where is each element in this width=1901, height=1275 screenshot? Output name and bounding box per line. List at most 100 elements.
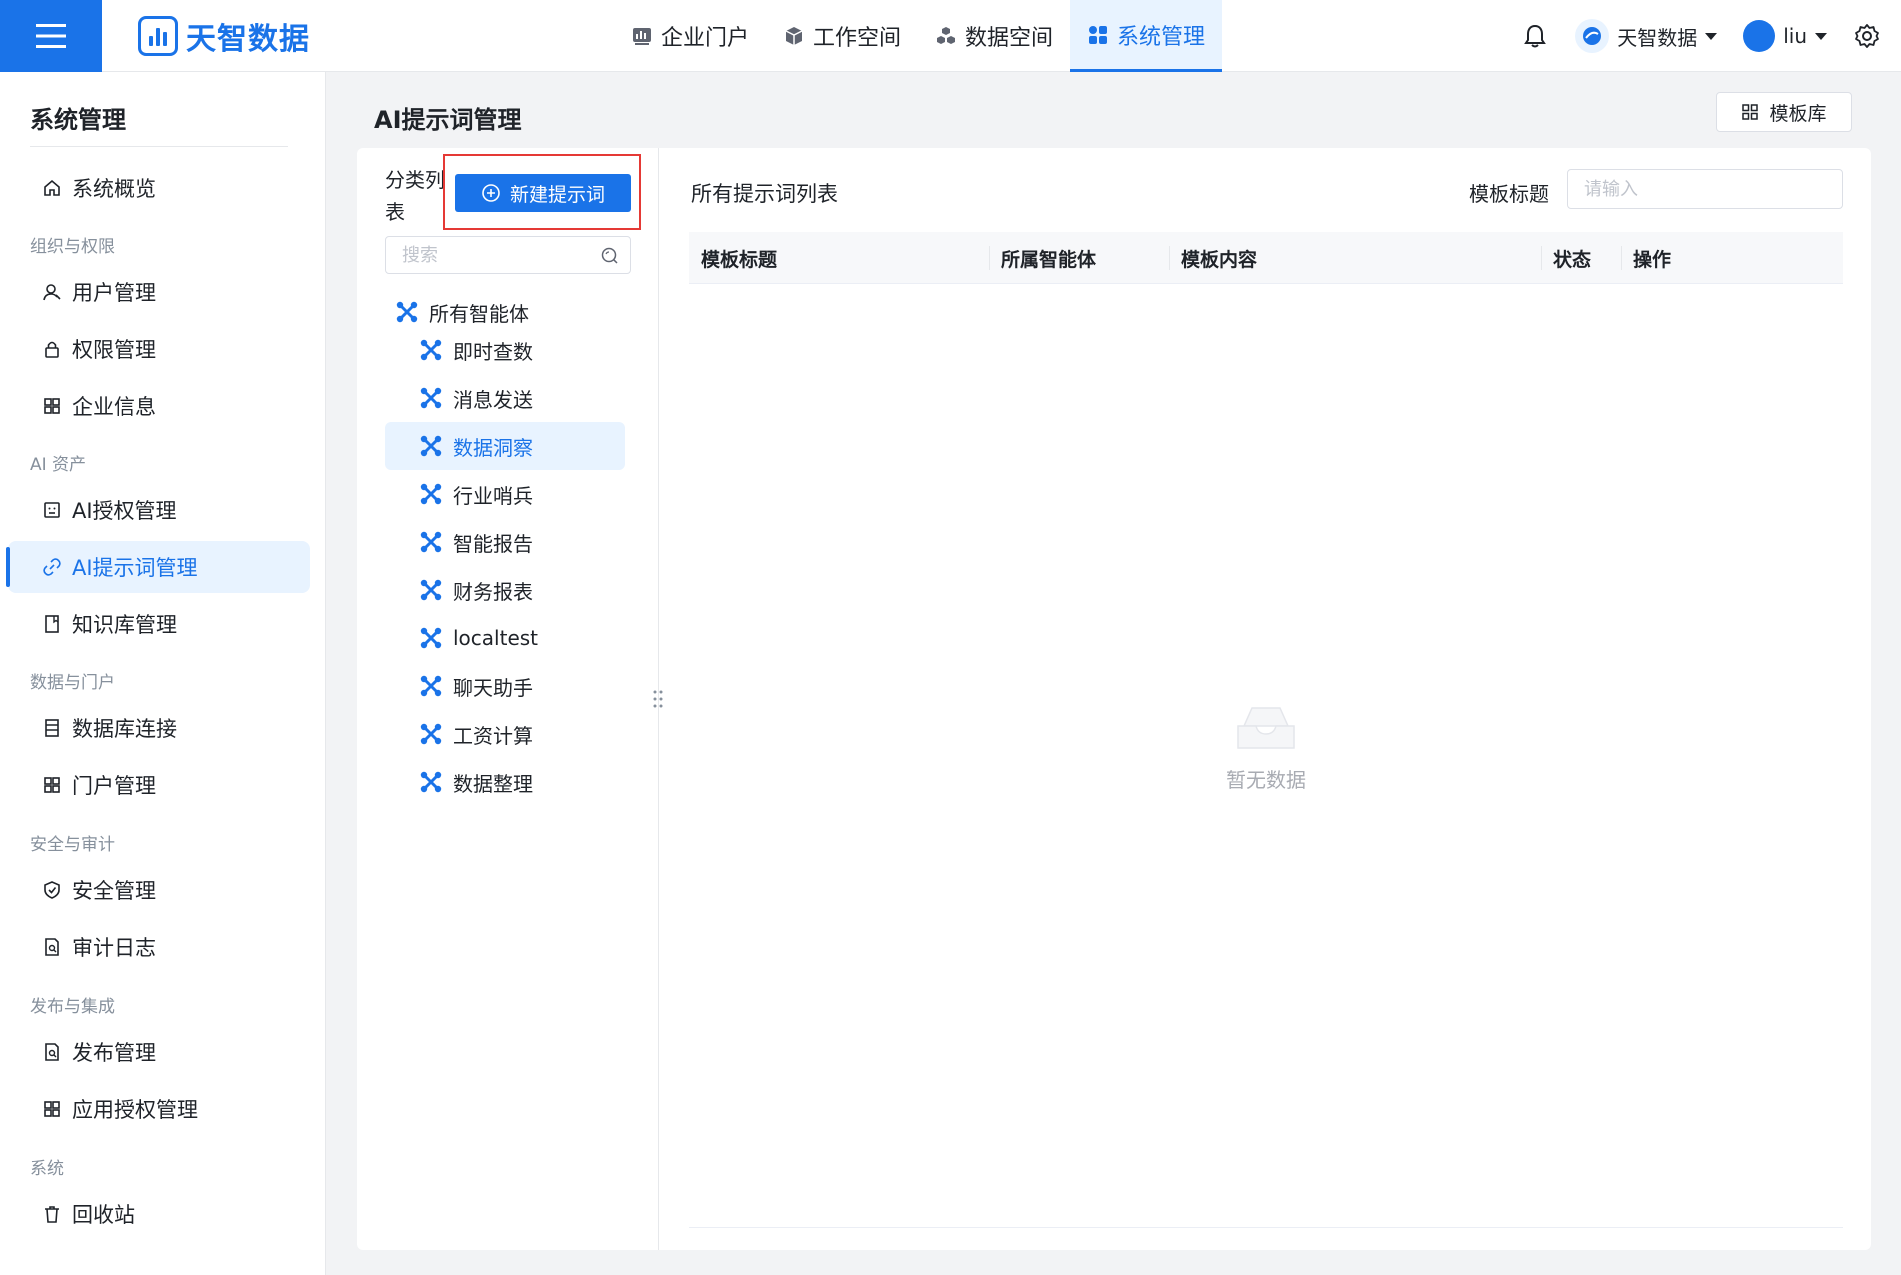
tree-item[interactable]: 财务报表 — [385, 566, 625, 614]
agent-node-icon — [420, 627, 442, 649]
column-header-agent[interactable]: 所属智能体 — [1001, 232, 1096, 284]
sidebar-group-label: 安全与审计 — [30, 835, 115, 855]
dashboard-icon — [633, 28, 651, 45]
sidebar: 系统管理 系统概览 组织与权限 用户管理 权限管理 企业信息 AI 资产 AI授… — [0, 72, 326, 1275]
app-window: 天智数据 企业门户 工作空间 数据空间 系统管理 天智数据 liu 系统管理 系… — [0, 0, 1901, 1275]
sidebar-group-label: 系统 — [30, 1159, 64, 1179]
chevron-down-icon — [1815, 32, 1827, 40]
grid-icon — [44, 398, 60, 414]
sidebar-item-security[interactable]: 安全管理 — [8, 864, 310, 916]
empty-inbox-icon — [1237, 707, 1295, 749]
document-search-icon — [45, 938, 59, 956]
sidebar-group-label: 数据与门户 — [30, 673, 115, 693]
column-divider[interactable] — [1621, 246, 1622, 270]
sidebar-item-permissions[interactable]: 权限管理 — [8, 323, 310, 375]
sidebar-item-label: 回收站 — [72, 1203, 135, 1227]
column-divider[interactable] — [1541, 246, 1542, 270]
prompt-list-title: 所有提示词列表 — [691, 182, 838, 206]
sidebar-item-app-authorization[interactable]: 应用授权管理 — [8, 1083, 310, 1135]
lock-icon — [45, 341, 59, 358]
sidebar-item-recycle-bin[interactable]: 回收站 — [8, 1188, 310, 1240]
tree-item[interactable]: 行业哨兵 — [385, 470, 625, 518]
new-prompt-button[interactable]: 新建提示词 — [455, 174, 631, 212]
sidebar-title: 系统管理 — [30, 106, 126, 134]
document-search-icon — [45, 1043, 59, 1061]
sidebar-item-portal-management[interactable]: 门户管理 — [8, 759, 310, 811]
brand-logo[interactable]: 天智数据 — [138, 14, 310, 58]
tree-item[interactable]: 消息发送 — [385, 374, 625, 422]
user-menu[interactable]: liu — [1743, 20, 1827, 52]
tree-item[interactable]: 数据整理 — [385, 758, 625, 806]
sidebar-item-label: 发布管理 — [72, 1041, 156, 1065]
prompt-list-panel: 所有提示词列表 模板标题 模板标题 所属智能体 模板内容 状态 操作 暂无数据 — [659, 148, 1871, 1250]
category-search-input[interactable] — [386, 237, 586, 273]
search-icon[interactable] — [600, 246, 620, 266]
agent-node-icon — [396, 301, 418, 323]
tree-item-active[interactable]: 数据洞察 — [385, 422, 625, 470]
agent-node-icon — [420, 531, 442, 553]
org-switcher[interactable]: 天智数据 — [1575, 19, 1718, 53]
sidebar-item-label: 用户管理 — [72, 281, 156, 305]
template-title-filter-label: 模板标题 — [1469, 182, 1549, 206]
tree-item-label: 数据整理 — [453, 771, 533, 796]
sidebar-item-enterprise-info[interactable]: 企业信息 — [8, 380, 310, 432]
sidebar-item-audit-log[interactable]: 审计日志 — [8, 921, 310, 973]
nav-label: 企业门户 — [661, 26, 750, 51]
agent-node-icon — [420, 579, 442, 601]
sidebar-item-publish[interactable]: 发布管理 — [8, 1026, 310, 1078]
agent-node-icon — [420, 339, 442, 361]
sidebar-item-database-connections[interactable]: 数据库连接 — [8, 702, 310, 754]
tree-item-label: 智能报告 — [453, 531, 533, 556]
column-header-status[interactable]: 状态 — [1553, 232, 1591, 284]
nav-label: 系统管理 — [1117, 24, 1206, 50]
new-prompt-label: 新建提示词 — [509, 183, 605, 206]
user-name: liu — [1783, 24, 1807, 48]
sidebar-item-label: 系统概览 — [72, 177, 156, 201]
tree-item-label: 财务报表 — [453, 579, 533, 604]
tree-item[interactable]: localtest — [385, 614, 625, 662]
sidebar-item-label: 应用授权管理 — [72, 1098, 198, 1122]
chevron-down-icon — [1705, 32, 1718, 40]
gear-icon[interactable] — [1853, 22, 1881, 50]
nav-enterprise-portal[interactable]: 企业门户 — [614, 0, 766, 72]
category-search — [385, 236, 631, 274]
sidebar-item-users[interactable]: 用户管理 — [8, 266, 310, 318]
sidebar-item-label: 权限管理 — [72, 338, 156, 362]
sidebar-group-label: 组织与权限 — [30, 237, 115, 257]
template-title-filter-input[interactable] — [1567, 169, 1843, 209]
org-name: 天智数据 — [1617, 25, 1698, 50]
tree-item[interactable]: 聊天助手 — [385, 662, 625, 710]
sidebar-item-knowledge-base[interactable]: 知识库管理 — [8, 598, 310, 650]
sidebar-item-ai-prompts[interactable]: AI提示词管理 — [6, 541, 310, 593]
column-divider[interactable] — [1169, 246, 1170, 270]
sidebar-group-label: AI 资产 — [30, 455, 87, 475]
tree-item[interactable]: 工资计算 — [385, 710, 625, 758]
menu-toggle-button[interactable] — [0, 0, 102, 72]
book-icon — [45, 615, 59, 633]
table-header: 模板标题 所属智能体 模板内容 状态 操作 — [689, 232, 1843, 284]
column-header-content[interactable]: 模板内容 — [1181, 232, 1257, 284]
template-library-button[interactable]: 模板库 — [1716, 92, 1852, 132]
bell-icon[interactable] — [1521, 22, 1549, 50]
column-header-template-title[interactable]: 模板标题 — [701, 232, 777, 284]
top-right-actions: 天智数据 liu — [1521, 0, 1901, 72]
nav-workspace[interactable]: 工作空间 — [766, 0, 918, 72]
sidebar-item-label: 知识库管理 — [72, 613, 177, 637]
page-title: AI提示词管理 — [374, 106, 522, 134]
nav-data-space[interactable]: 数据空间 — [918, 0, 1070, 72]
top-nav: 企业门户 工作空间 数据空间 系统管理 — [614, 0, 1223, 72]
nav-system-management[interactable]: 系统管理 — [1070, 0, 1223, 72]
sidebar-item-overview[interactable]: 系统概览 — [8, 162, 310, 214]
column-header-actions[interactable]: 操作 — [1633, 232, 1671, 284]
empty-state-text: 暂无数据 — [1226, 768, 1306, 792]
sidebar-divider — [30, 146, 288, 147]
agent-node-icon — [420, 723, 442, 745]
tree-item[interactable]: 即时查数 — [385, 326, 625, 374]
column-divider[interactable] — [989, 246, 990, 270]
tree-item-label: 即时查数 — [453, 339, 533, 364]
database-icon — [45, 719, 59, 737]
sidebar-item-ai-authorization[interactable]: AI授权管理 — [8, 484, 310, 536]
tree-item[interactable]: 智能报告 — [385, 518, 625, 566]
grid-icon — [44, 777, 60, 793]
sidebar-group-label: 发布与集成 — [30, 997, 115, 1017]
